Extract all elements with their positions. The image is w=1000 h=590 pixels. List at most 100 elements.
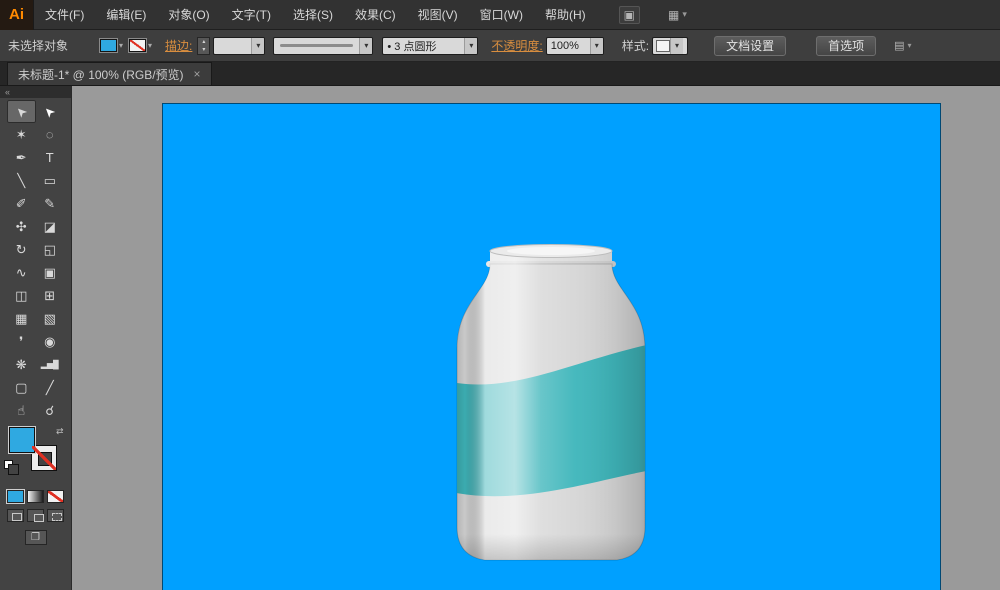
- blend-tool[interactable]: ◉: [36, 330, 65, 353]
- document-tab[interactable]: 未标题-1* @ 100% (RGB/预览) ×: [7, 62, 212, 85]
- control-panel-menu[interactable]: ▤ ▾: [894, 39, 911, 52]
- paintbrush-tool[interactable]: ✐: [7, 192, 36, 215]
- eraser-tool[interactable]: ◪: [36, 215, 65, 238]
- fill-swatch[interactable]: [100, 39, 117, 52]
- menu-effect[interactable]: 效果(C): [344, 0, 407, 30]
- chevron-down-icon[interactable]: ▾: [589, 37, 603, 54]
- column-graph-tool[interactable]: ▂▅█: [36, 353, 65, 376]
- rectangle-tool[interactable]: ▭: [36, 169, 65, 192]
- artboard-tool-icon: ▢: [15, 379, 28, 395]
- scale-tool[interactable]: ◱: [36, 238, 65, 261]
- pencil-tool[interactable]: ✎: [36, 192, 65, 215]
- stroke-weight-label[interactable]: 描边:: [165, 37, 192, 54]
- mesh-tool-icon: ▦: [15, 310, 28, 326]
- chevron-down-icon: ▾: [682, 9, 687, 19]
- gradient-button[interactable]: [27, 490, 44, 503]
- lasso-tool[interactable]: ◌: [36, 123, 65, 146]
- chevron-down-icon[interactable]: ▾: [251, 37, 265, 54]
- menu-select[interactable]: 选择(S): [282, 0, 344, 30]
- eyedropper-tool-icon: ❜: [19, 333, 24, 349]
- preferences-button[interactable]: 首选项: [816, 35, 877, 56]
- artboard-tool[interactable]: ▢: [7, 376, 36, 399]
- stroke-color-control[interactable]: ▾: [129, 39, 152, 52]
- uniform-profile-preview: [280, 44, 354, 47]
- close-tab-icon[interactable]: ×: [194, 67, 201, 81]
- gradient-tool[interactable]: ▧: [36, 307, 65, 330]
- swap-colors-icon[interactable]: ⇄: [56, 426, 64, 437]
- menu-window[interactable]: 窗口(W): [469, 0, 534, 30]
- graphic-style-combo[interactable]: ▾: [652, 36, 689, 55]
- draw-behind-button[interactable]: [27, 509, 44, 522]
- direct-selection-tool[interactable]: ➤: [36, 100, 65, 123]
- symbol-sprayer-tool[interactable]: ❋: [7, 353, 36, 376]
- magic-wand-tool[interactable]: ✶: [7, 123, 36, 146]
- menu-view[interactable]: 视图(V): [407, 0, 469, 30]
- rotate-tool[interactable]: ↻: [7, 238, 36, 261]
- stepper-up-icon[interactable]: ▴: [198, 38, 209, 46]
- hand-tool[interactable]: ☝: [7, 399, 36, 422]
- stroke-weight-stepper[interactable]: ▴ ▾: [197, 36, 211, 55]
- width-profile-combo[interactable]: ▾: [273, 36, 374, 55]
- canvas-area[interactable]: [72, 86, 1000, 590]
- app-logo: Ai: [0, 0, 34, 30]
- pen-tool[interactable]: ✒: [7, 146, 36, 169]
- bottle-illustration[interactable]: [451, 244, 651, 574]
- slice-tool[interactable]: ╱: [36, 376, 65, 399]
- stepper-down-icon[interactable]: ▾: [198, 46, 209, 54]
- none-button[interactable]: [47, 490, 64, 503]
- artboard[interactable]: [162, 103, 941, 590]
- stroke-color-indicator[interactable]: [31, 445, 57, 471]
- workspace-icon: ▦: [668, 7, 680, 22]
- brush-name: 3 点圆形: [394, 40, 437, 53]
- eraser-tool-icon: ◪: [43, 218, 56, 234]
- screen-mode-button[interactable]: ❐: [24, 530, 47, 545]
- perspective-grid-tool-icon: ⊞: [44, 287, 56, 303]
- width-tool-icon: ∿: [15, 264, 27, 280]
- perspective-grid-tool[interactable]: ⊞: [36, 284, 65, 307]
- menu-edit[interactable]: 编辑(E): [95, 0, 157, 30]
- zoom-tool-icon: ☌: [45, 402, 55, 418]
- default-colors-icon[interactable]: [4, 460, 19, 475]
- draw-mode-row: [0, 509, 71, 522]
- selection-tool[interactable]: ➤: [7, 100, 36, 123]
- free-transform-tool[interactable]: ▣: [36, 261, 65, 284]
- menu-bar-extra-icon[interactable]: ▣: [618, 5, 640, 24]
- stroke-swatch[interactable]: [129, 39, 147, 52]
- menu-type[interactable]: 文字(T): [221, 0, 282, 30]
- zoom-tool[interactable]: ☌: [36, 399, 65, 422]
- magic-wand-tool-icon: ✶: [15, 126, 27, 142]
- menu-object[interactable]: 对象(O): [157, 0, 220, 30]
- eyedropper-tool[interactable]: ❜: [7, 330, 36, 353]
- line-segment-tool[interactable]: ╲: [7, 169, 36, 192]
- opacity-label[interactable]: 不透明度:: [491, 37, 542, 54]
- blob-brush-tool-icon: ✣: [15, 218, 27, 234]
- document-setup-button[interactable]: 文档设置: [714, 35, 787, 56]
- workspace-switcher[interactable]: ▦ ▾: [668, 8, 687, 22]
- blob-brush-tool[interactable]: ✣: [7, 215, 36, 238]
- menu-file[interactable]: 文件(F): [34, 0, 95, 30]
- type-tool-icon: T: [45, 150, 54, 165]
- opacity-combo[interactable]: 100% ▾: [545, 36, 604, 55]
- stroke-weight-combo[interactable]: ▾: [213, 36, 266, 55]
- scale-tool-icon: ◱: [43, 241, 56, 257]
- brush-definition-combo[interactable]: • 3 点圆形 ▾: [382, 36, 479, 55]
- shape-builder-tool[interactable]: ◫: [7, 284, 36, 307]
- chevron-down-icon[interactable]: ▾: [464, 37, 478, 54]
- chevron-down-icon[interactable]: ▾: [359, 37, 373, 54]
- collapse-panel-icon[interactable]: «: [5, 87, 10, 97]
- type-tool[interactable]: T: [36, 146, 65, 169]
- menu-items: 文件(F) 编辑(E) 对象(O) 文字(T) 选择(S) 效果(C) 视图(V) 窗口(W)…: [34, 0, 597, 30]
- mesh-tool[interactable]: ▦: [7, 307, 36, 330]
- opacity-value: 100%: [550, 39, 579, 52]
- slice-tool-icon: ╱: [45, 379, 54, 395]
- draw-normal-button[interactable]: [7, 509, 24, 522]
- draw-inside-button[interactable]: [47, 509, 64, 522]
- fill-color-control[interactable]: ▾: [100, 39, 123, 52]
- color-mode-row: [0, 490, 71, 503]
- menu-help[interactable]: 帮助(H): [534, 0, 597, 30]
- width-tool[interactable]: ∿: [7, 261, 36, 284]
- chevron-down-icon[interactable]: ▾: [670, 37, 684, 54]
- tools-panel-header[interactable]: «: [0, 86, 71, 98]
- document-tab-bar: 未标题-1* @ 100% (RGB/预览) ×: [0, 62, 1000, 86]
- color-button[interactable]: [7, 490, 24, 503]
